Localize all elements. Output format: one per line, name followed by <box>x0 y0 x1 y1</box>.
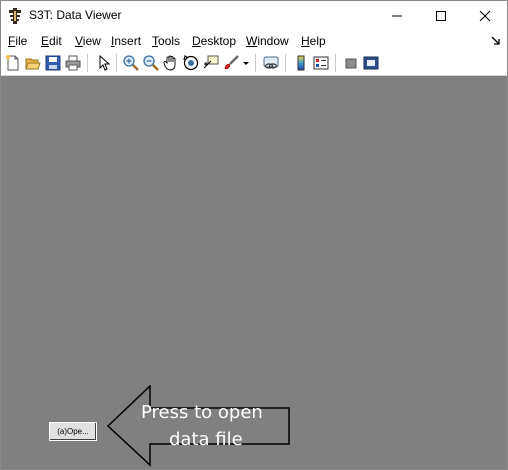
zoom-out-icon <box>143 55 159 71</box>
hint-text-line2: data file <box>169 429 243 450</box>
print-icon <box>65 55 81 71</box>
menu-bar: File Edit View Insert Tools Desktop Wind… <box>1 31 507 51</box>
legend-button[interactable] <box>312 54 330 72</box>
minimize-icon <box>392 15 402 17</box>
save-button[interactable] <box>44 54 62 72</box>
toolbar-separator <box>116 54 117 72</box>
zoom-out-button[interactable] <box>142 54 160 72</box>
zoom-in-icon <box>123 55 139 71</box>
menu-desktop[interactable]: Desktop <box>192 34 236 48</box>
open-button[interactable] <box>24 54 42 72</box>
minimize-button[interactable] <box>375 1 419 31</box>
brush-dropdown-button[interactable] <box>241 54 251 72</box>
close-button[interactable] <box>463 1 507 31</box>
edit-plot-button[interactable] <box>94 54 112 72</box>
rotate-3d-button[interactable] <box>182 54 200 72</box>
data-cursor-button[interactable] <box>202 54 220 72</box>
menu-tools[interactable]: Tools <box>152 34 180 48</box>
window-title: S3T: Data Viewer <box>29 8 122 22</box>
zoom-in-button[interactable] <box>122 54 140 72</box>
show-plot-tools-icon <box>363 56 379 70</box>
colorbar-button[interactable] <box>292 54 310 72</box>
brush-icon <box>224 55 239 70</box>
toolbar <box>1 51 507 76</box>
brush-button[interactable] <box>222 54 240 72</box>
new-file-button[interactable] <box>4 54 22 72</box>
save-icon <box>45 55 61 71</box>
toolbar-separator <box>285 54 286 72</box>
toolbar-separator <box>255 54 256 72</box>
open-folder-icon <box>25 58 41 70</box>
hide-plot-tools-icon <box>345 58 357 69</box>
show-plot-tools-button[interactable] <box>362 54 380 72</box>
hide-plot-tools-button[interactable] <box>342 54 360 72</box>
menu-help[interactable]: Help <box>301 34 326 48</box>
menu-file[interactable]: File <box>8 34 27 48</box>
rotate-3d-icon <box>183 55 199 71</box>
menu-window[interactable]: Window <box>246 34 289 48</box>
data-cursor-icon <box>203 55 219 69</box>
toolbar-separator <box>335 54 336 72</box>
close-icon <box>479 10 491 22</box>
maximize-icon <box>436 11 446 21</box>
app-window: S3T: Data Viewer File Edit View Insert T… <box>0 0 508 470</box>
pan-hand-icon <box>163 55 176 71</box>
dock-arrow-icon[interactable] <box>491 36 501 46</box>
maximize-button[interactable] <box>419 1 463 31</box>
open-data-file-button[interactable]: (a)Ope... <box>49 422 97 441</box>
app-icon <box>9 8 21 24</box>
workspace-area: (a)Ope... Press to open data file <box>1 76 507 469</box>
title-bar[interactable]: S3T: Data Viewer <box>1 1 507 31</box>
pan-button[interactable] <box>162 54 180 72</box>
menu-view[interactable]: View <box>75 34 101 48</box>
link-plot-button[interactable] <box>262 54 280 72</box>
legend-icon <box>313 56 329 70</box>
pointer-icon <box>99 54 111 71</box>
new-file-icon <box>6 55 19 71</box>
link-plot-icon <box>263 56 279 69</box>
colorbar-icon <box>297 55 305 71</box>
menu-insert[interactable]: Insert <box>111 34 141 48</box>
print-button[interactable] <box>64 54 82 72</box>
menu-edit[interactable]: Edit <box>41 34 62 48</box>
hint-arrow <box>106 385 290 467</box>
toolbar-separator <box>87 54 88 72</box>
hint-text-line1: Press to open <box>141 402 263 423</box>
chevron-down-icon <box>243 62 249 65</box>
